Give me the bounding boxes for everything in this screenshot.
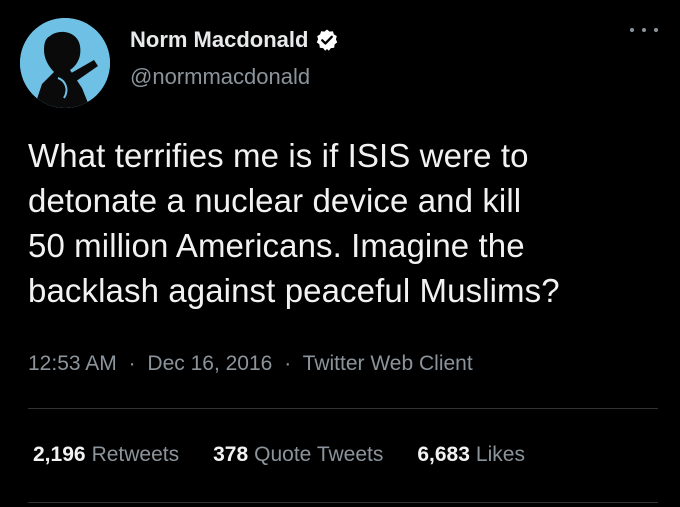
quote-tweets-count: 378 — [213, 443, 249, 466]
tweet-text-line: detonate a nuclear device and kill — [28, 182, 522, 219]
tweet-date[interactable]: Dec 16, 2016 — [147, 352, 272, 375]
retweets-label: Retweets — [91, 443, 180, 466]
retweets-count: 2,196 — [33, 443, 86, 466]
tweet-text: What terrifies me is if ISIS were to det… — [28, 133, 658, 313]
author-handle[interactable]: @normmacdonald — [130, 64, 310, 90]
tweet-metadata: 12:53 AM · Dec 16, 2016 · Twitter Web Cl… — [28, 352, 473, 376]
tweet-stats: 2,196 Retweets 378 Quote Tweets 6,683 Li… — [33, 443, 525, 467]
tweet-time[interactable]: 12:53 AM — [28, 352, 117, 375]
divider — [28, 408, 658, 409]
tweet-card: Norm Macdonald @normmacdonald What terri… — [0, 0, 680, 507]
tweet-text-line: backlash against peaceful Muslims? — [28, 272, 560, 309]
profile-silhouette-icon — [20, 18, 110, 108]
meta-separator: · — [128, 352, 136, 375]
verified-badge-icon — [315, 28, 339, 52]
more-options-icon[interactable] — [630, 20, 658, 40]
author-name-row: Norm Macdonald — [130, 27, 339, 53]
tweet-text-line: 50 million Americans. Imagine the — [28, 227, 525, 264]
divider — [28, 502, 658, 503]
likes-count: 6,683 — [417, 443, 470, 466]
author-display-name[interactable]: Norm Macdonald — [130, 27, 308, 53]
likes-label: Likes — [475, 443, 525, 466]
quote-tweets-label: Quote Tweets — [254, 443, 384, 466]
meta-separator: · — [284, 352, 292, 375]
tweet-text-line: What terrifies me is if ISIS were to — [28, 137, 529, 174]
likes-stat[interactable]: 6,683 Likes — [417, 443, 525, 467]
retweets-stat[interactable]: 2,196 Retweets — [33, 443, 179, 467]
quote-tweets-stat[interactable]: 378 Quote Tweets — [213, 443, 383, 467]
avatar[interactable] — [20, 18, 110, 108]
tweet-client: Twitter Web Client — [302, 352, 473, 375]
